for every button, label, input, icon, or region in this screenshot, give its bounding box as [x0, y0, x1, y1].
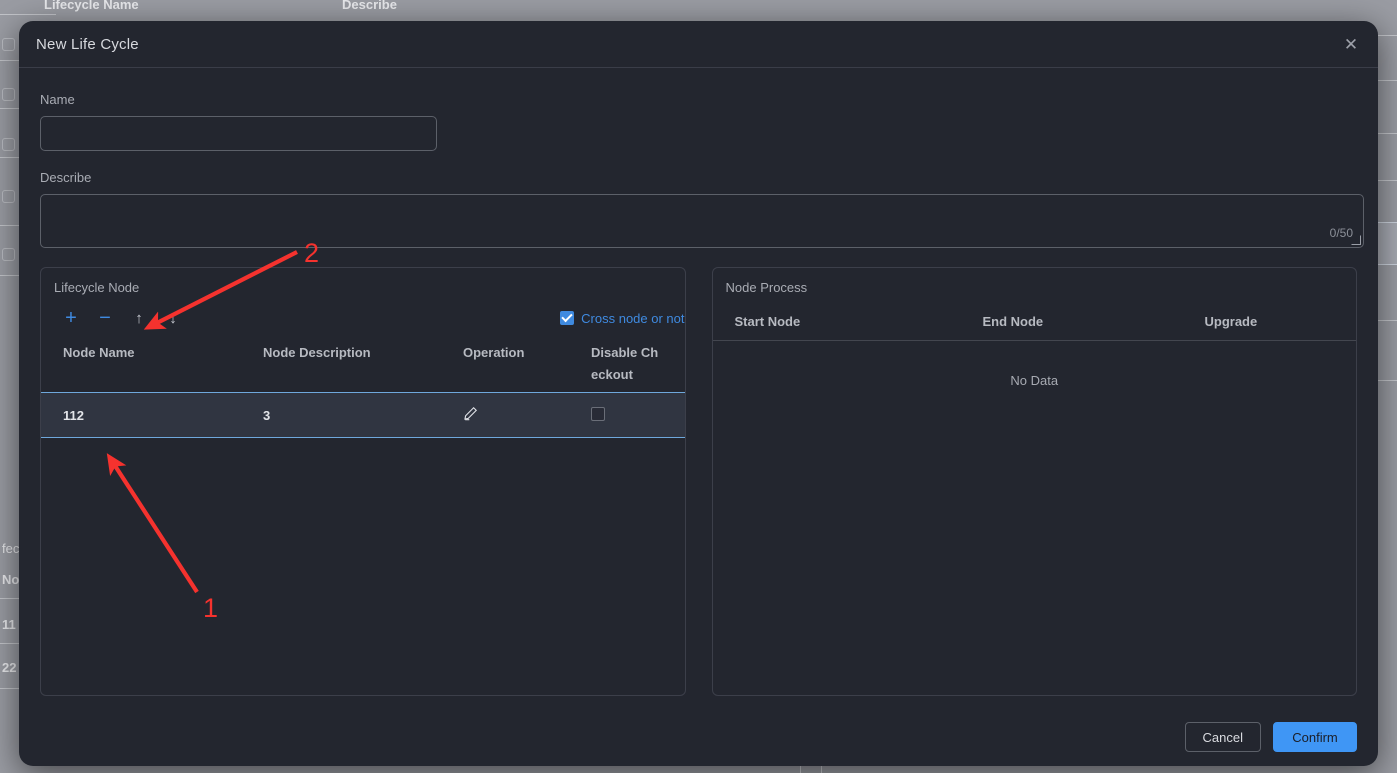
confirm-button[interactable]: Confirm	[1273, 722, 1357, 752]
lifecycle-node-toolbar: + − ↑ ↓ Cross node or not	[41, 305, 685, 331]
lifecycle-node-title: Lifecycle Node	[54, 280, 140, 295]
cross-node-checkbox-group[interactable]: Cross node or not	[560, 310, 685, 326]
minus-icon[interactable]: −	[88, 306, 122, 330]
column-operation: Operation	[463, 345, 525, 360]
dialog-header: New Life Cycle ✕	[19, 21, 1378, 68]
dialog-body: Name Describe 0/50 Lifecycle Node + − ↑ …	[19, 68, 1378, 708]
column-end-node: End Node	[982, 314, 1044, 329]
new-life-cycle-dialog: New Life Cycle ✕ Name Describe 0/50 Life…	[19, 21, 1378, 766]
name-field-group: Name	[40, 92, 1357, 151]
arrow-up-icon[interactable]: ↑	[122, 306, 156, 330]
column-disable-checkout: Disable Ch eckout	[591, 345, 659, 383]
plus-icon[interactable]: +	[54, 306, 88, 330]
panels-row: Lifecycle Node + − ↑ ↓ Cross node or not	[40, 267, 1357, 696]
cell-disable-checkout	[591, 406, 681, 424]
cancel-button[interactable]: Cancel	[1184, 722, 1261, 752]
pencil-icon[interactable]	[463, 406, 478, 421]
column-upgrade: Upgrade	[1204, 314, 1258, 329]
describe-field-group: Describe 0/50	[40, 170, 1364, 248]
column-node-description: Node Description	[263, 345, 371, 360]
dialog-footer: Cancel Confirm	[19, 708, 1378, 766]
cell-node-description: 3	[263, 407, 271, 423]
cell-node-name: 112	[63, 407, 84, 423]
cross-node-label: Cross node or not	[581, 310, 685, 326]
table-row[interactable]: 112 3	[41, 392, 685, 439]
name-label: Name	[40, 92, 75, 107]
lifecycle-node-table-header: Node Name Node Description Operation Dis…	[41, 342, 685, 386]
column-node-name: Node Name	[63, 345, 135, 360]
lifecycle-node-table: Node Name Node Description Operation Dis…	[41, 342, 685, 439]
node-process-panel: Node Process Start Node End Node Upgrade…	[711, 267, 1357, 696]
background-column-lifecycle-name: Lifecycle Name	[44, 0, 139, 12]
cross-node-checkbox[interactable]	[560, 311, 575, 325]
dialog-title: New Life Cycle	[36, 35, 139, 53]
column-start-node: Start Node	[734, 314, 801, 329]
describe-textarea[interactable]	[40, 194, 1364, 248]
arrow-down-icon[interactable]: ↓	[156, 306, 190, 330]
node-process-empty-state: No Data	[1010, 373, 1059, 388]
close-icon[interactable]: ✕	[1338, 31, 1364, 57]
page-root: Lifecycle Name Describe fecy No 11 22 Ne…	[0, 0, 1397, 773]
background-table-header: Lifecycle Name Describe	[0, 0, 1397, 14]
cell-operation	[463, 406, 591, 424]
name-input[interactable]	[40, 116, 437, 151]
disable-checkout-checkbox[interactable]	[591, 406, 605, 421]
describe-label: Describe	[40, 170, 92, 185]
node-process-title: Node Process	[725, 280, 808, 295]
background-column-describe: Describe	[342, 0, 397, 12]
node-process-table-header: Start Node End Node Upgrade	[712, 314, 1356, 341]
lifecycle-node-panel: Lifecycle Node + − ↑ ↓ Cross node or not	[40, 267, 686, 696]
